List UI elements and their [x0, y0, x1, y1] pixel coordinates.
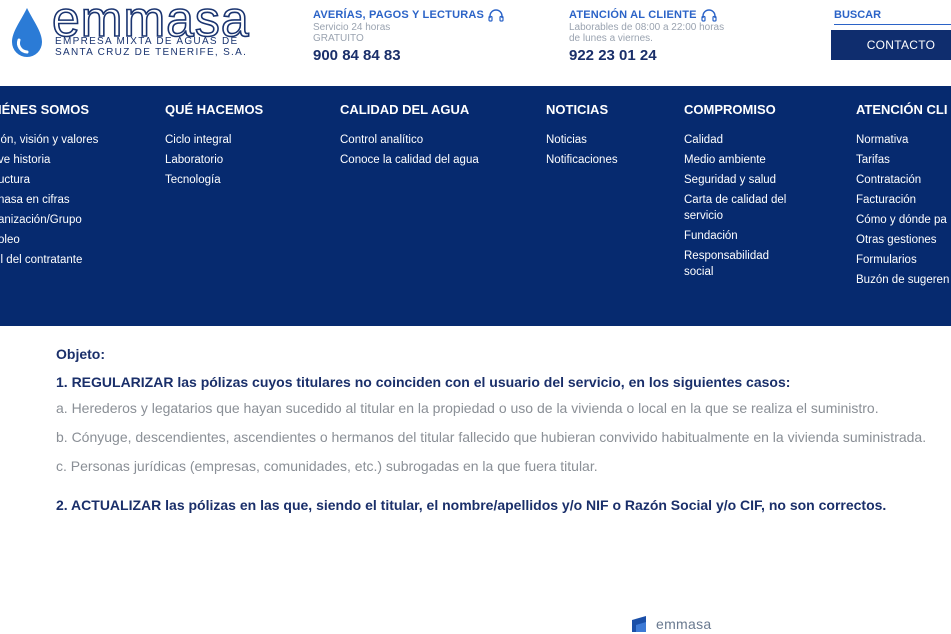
menu-heading[interactable]: IÉNES SOMOS [0, 102, 98, 122]
logo-subtitle-line-2: SANTA CRUZ DE TENERIFE, S.A. [55, 47, 248, 58]
menu-heading[interactable]: NOTICIAS [546, 102, 618, 122]
menu-item[interactable]: Tarifas [856, 152, 949, 168]
case-b: b. Cónyuge, descendientes, ascendientes … [56, 429, 927, 445]
averias-free: GRATUITO [313, 33, 364, 44]
menu-item[interactable]: Cómo y dónde pa [856, 212, 949, 228]
atencion-days: de lunes a viernes. [569, 33, 653, 44]
atencion-title-row: ATENCIÓN AL CLIENTE [569, 8, 724, 22]
point-2-heading: 2. ACTUALIZAR las pólizas en las que, si… [56, 497, 887, 513]
menu-item[interactable]: Control analítico [340, 132, 479, 148]
menu-item[interactable]: Contratación [856, 172, 949, 188]
menu-list: Noticias Notificaciones [546, 132, 618, 168]
menu-item[interactable]: Buzón de sugeren [856, 272, 949, 288]
menu-col-calidad-del-agua: CALIDAD DEL AGUA Control analítico Conoc… [340, 102, 479, 172]
averias-contact: AVERÍAS, PAGOS Y LECTURAS Servicio 24 ho… [313, 8, 504, 64]
menu-item[interactable]: Otras gestiones [856, 232, 949, 248]
menu-item[interactable]: ión, visión y valores [0, 132, 98, 148]
case-c: c. Personas jurídicas (empresas, comunid… [56, 458, 598, 474]
menu-item[interactable]: anización/Grupo [0, 212, 98, 228]
menu-item[interactable]: Seguridad y salud [684, 172, 804, 188]
menu-list: Calidad Medio ambiente Seguridad y salud… [684, 132, 804, 280]
menu-item[interactable]: uctura [0, 172, 98, 188]
objeto-heading: Objeto: [56, 346, 105, 362]
menu-list: Ciclo integral Laboratorio Tecnología [165, 132, 263, 188]
menu-list: ión, visión y valores ve historia uctura… [0, 132, 98, 268]
emmasa-logo[interactable]: emmasa EMPRESA MIXTA DE AGUAS DE SANTA C… [0, 0, 260, 70]
atencion-hours: Laborables de 08:00 a 22:00 horas [569, 22, 725, 33]
menu-col-atencion-cliente: ATENCIÓN CLI Normativa Tarifas Contratac… [856, 102, 949, 292]
point-1-heading: 1. REGULARIZAR las pólizas cuyos titular… [56, 374, 791, 390]
menu-item[interactable]: Normativa [856, 132, 949, 148]
menu-item[interactable]: ve historia [0, 152, 98, 168]
menu-item[interactable]: Medio ambiente [684, 152, 804, 168]
averias-title-row: AVERÍAS, PAGOS Y LECTURAS [313, 8, 504, 22]
contact-button[interactable]: CONTACTO [831, 30, 951, 60]
menu-item[interactable]: Carta de calidad del servicio [684, 192, 804, 224]
atencion-title: ATENCIÓN AL CLIENTE [569, 9, 697, 21]
averias-title: AVERÍAS, PAGOS Y LECTURAS [313, 9, 485, 21]
emmasa-mark-icon [632, 616, 646, 632]
menu-item[interactable]: Calidad [684, 132, 804, 148]
menu-item[interactable]: Responsabilidad social [684, 248, 784, 280]
footer-logo: emmasa [632, 616, 711, 632]
headset-icon [488, 8, 504, 22]
menu-col-compromiso: COMPROMISO Calidad Medio ambiente Seguri… [684, 102, 804, 284]
water-drop-icon [12, 8, 42, 57]
menu-heading[interactable]: COMPROMISO [684, 102, 804, 122]
mega-menu: IÉNES SOMOS ión, visión y valores ve his… [0, 86, 951, 326]
search-input[interactable] [834, 24, 951, 25]
menu-item[interactable]: Ciclo integral [165, 132, 263, 148]
menu-heading[interactable]: QUÉ HACEMOS [165, 102, 263, 122]
headset-icon [701, 8, 717, 22]
menu-item[interactable]: Tecnología [165, 172, 263, 188]
menu-list: Control analítico Conoce la calidad del … [340, 132, 479, 168]
menu-col-quienes-somos: IÉNES SOMOS ión, visión y valores ve his… [0, 102, 98, 272]
logo-subtitle-line-1: EMPRESA MIXTA DE AGUAS DE [55, 36, 239, 47]
menu-item[interactable]: Fundación [684, 228, 804, 244]
averias-hours: Servicio 24 horas [313, 22, 391, 33]
footer-logo-word: emmasa [656, 616, 712, 632]
atencion-phone[interactable]: 922 23 01 24 [569, 47, 724, 64]
logo-subtitle: EMPRESA MIXTA DE AGUAS DE SANTA CRUZ DE … [55, 36, 255, 58]
menu-item[interactable]: Noticias [546, 132, 618, 148]
case-a: a. Herederos y legatarios que hayan suce… [56, 400, 879, 416]
averias-phone[interactable]: 900 84 84 83 [313, 47, 504, 64]
menu-list: Normativa Tarifas Contratación Facturaci… [856, 132, 949, 288]
menu-item[interactable]: Laboratorio [165, 152, 263, 168]
menu-item[interactable]: Notificaciones [546, 152, 618, 168]
site-header: emmasa EMPRESA MIXTA DE AGUAS DE SANTA C… [0, 0, 951, 86]
atencion-contact: ATENCIÓN AL CLIENTE Laborables de 08:00 … [569, 8, 724, 64]
search-label[interactable]: BUSCAR [834, 9, 881, 21]
menu-col-que-hacemos: QUÉ HACEMOS Ciclo integral Laboratorio T… [165, 102, 263, 192]
menu-item[interactable]: Formularios [856, 252, 949, 268]
menu-heading[interactable]: ATENCIÓN CLI [856, 102, 949, 122]
menu-item[interactable]: Conoce la calidad del agua [340, 152, 479, 168]
menu-heading[interactable]: CALIDAD DEL AGUA [340, 102, 479, 122]
menu-item[interactable]: il del contratante [0, 252, 98, 268]
menu-item[interactable]: nasa en cifras [0, 192, 98, 208]
menu-item[interactable]: Facturación [856, 192, 949, 208]
menu-col-noticias: NOTICIAS Noticias Notificaciones [546, 102, 618, 172]
article-content: Duración: Hasta el 31 de octubre de 2016… [56, 310, 936, 517]
menu-item[interactable]: oleo [0, 232, 98, 248]
